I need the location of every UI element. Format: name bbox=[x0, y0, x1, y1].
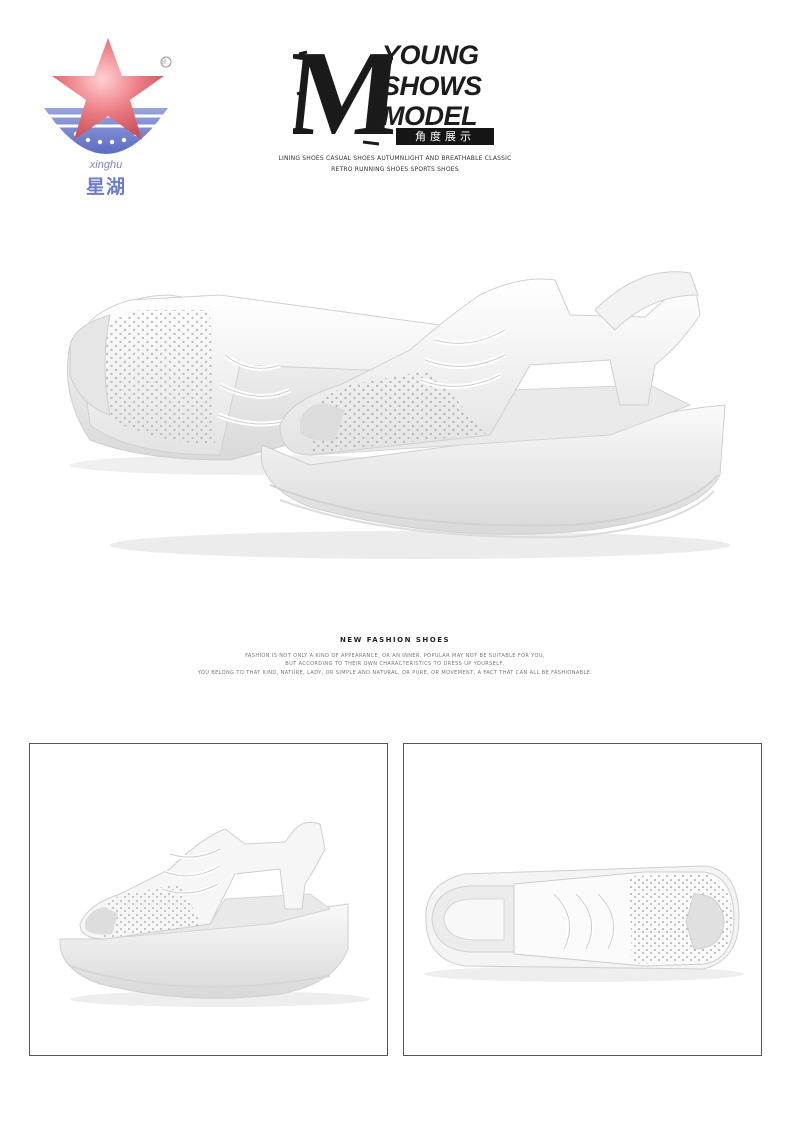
fashion-line-2: BUT ACCORDING TO THEIR OWN CHARACTERISTI… bbox=[285, 661, 505, 667]
header-subtitle-line-2: RETRO RUNNING SHOES SPORTS SHOES bbox=[331, 166, 459, 173]
header-m-letter: M bbox=[293, 34, 393, 152]
header-tag-cn: 角度展示 bbox=[396, 128, 494, 145]
detail-image-top-view bbox=[403, 743, 762, 1056]
fashion-line-3: YOU BELONG TO THAT KIND, NATURE, LADY, O… bbox=[197, 670, 593, 676]
header-subtitle-line-1: LINING SHOES CASUAL SHOES AUTUMNLIGHT AN… bbox=[278, 155, 512, 162]
header-word-shows: SHOWS bbox=[382, 71, 482, 101]
brand-name-cn: 星湖 bbox=[85, 176, 126, 198]
hero-product-image bbox=[50, 255, 740, 565]
header-word-young: YOUNG bbox=[382, 40, 479, 70]
registered-mark: ® bbox=[160, 58, 167, 66]
m-letter-glyph: M bbox=[293, 34, 393, 152]
brand-name-latin: xinghu bbox=[89, 159, 123, 171]
fashion-line-1: FASHION IS NOT ONLY A KIND OF APPEARANCE… bbox=[245, 653, 545, 659]
detail-image-side-view bbox=[29, 743, 388, 1056]
fashion-heading: NEW FASHION SHOES bbox=[339, 636, 451, 644]
